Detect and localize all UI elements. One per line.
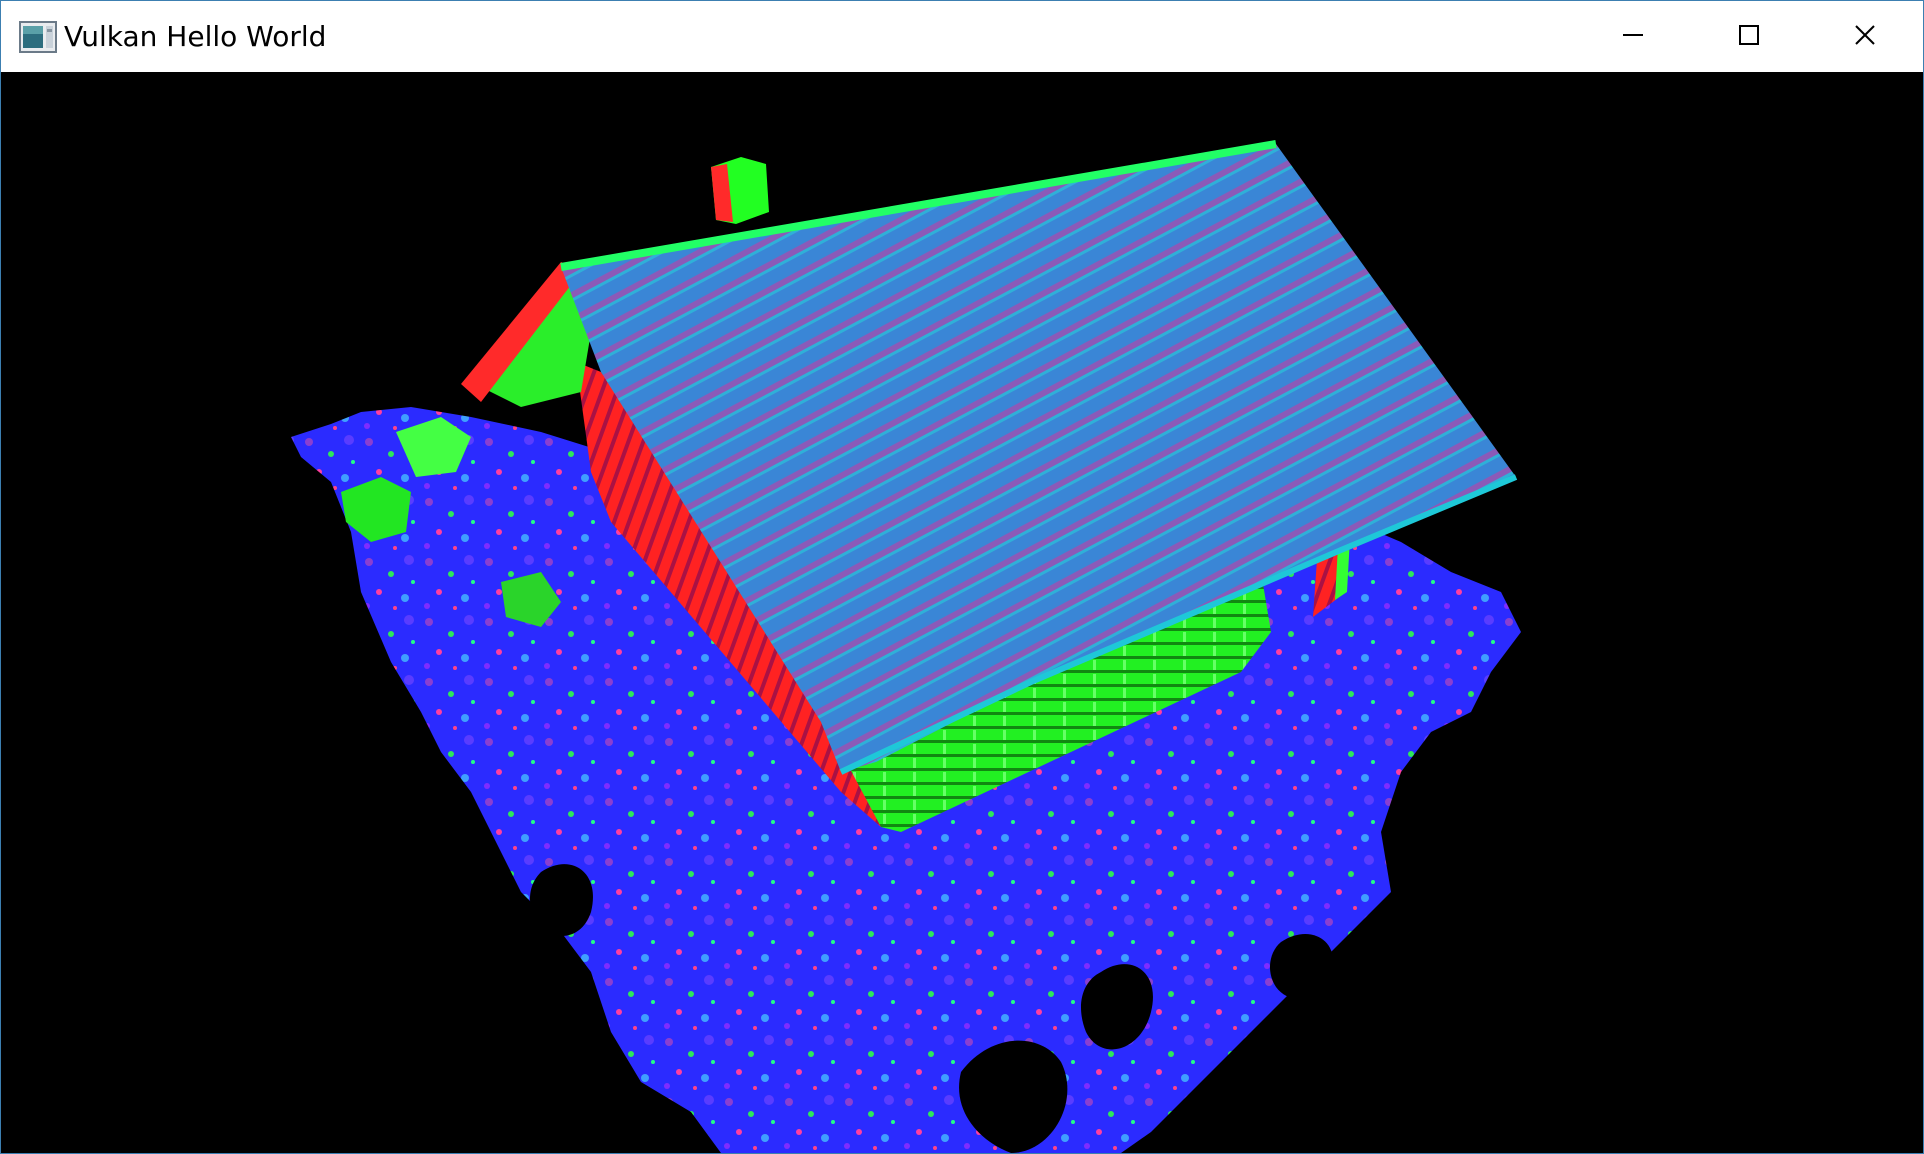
- terrain-hole: [529, 864, 593, 936]
- minimize-button[interactable]: [1575, 1, 1691, 72]
- maximize-button[interactable]: [1691, 1, 1807, 72]
- vulkan-app-icon: [19, 21, 57, 53]
- minimize-icon: [1621, 23, 1645, 51]
- close-icon: [1853, 23, 1877, 51]
- app-window: Vulkan Hello World: [0, 0, 1924, 1154]
- rendered-scene: [291, 140, 1521, 1153]
- close-button[interactable]: [1807, 1, 1923, 72]
- terrain-hole: [1269, 933, 1333, 999]
- render-viewport[interactable]: [1, 72, 1923, 1153]
- maximize-icon: [1737, 23, 1761, 51]
- window-title: Vulkan Hello World: [64, 20, 327, 53]
- title-bar[interactable]: Vulkan Hello World: [1, 1, 1923, 72]
